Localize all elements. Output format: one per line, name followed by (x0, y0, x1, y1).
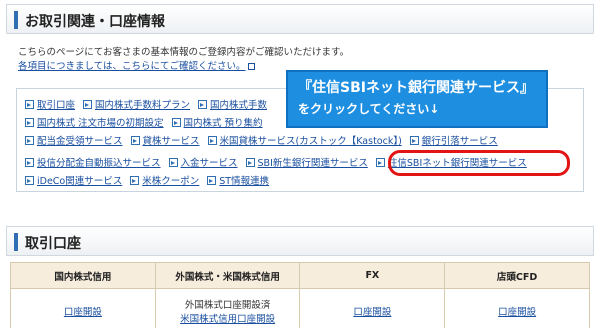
link-deposit-service[interactable]: 入金サービス (168, 155, 238, 169)
col-header-fx: FX (299, 262, 446, 289)
link-sbi-shinsei-bank[interactable]: SBI新生銀行関連サービス (245, 155, 368, 169)
arrow-icon (25, 117, 34, 127)
link-deposit-consolidation[interactable]: 国内株式 預り集約 (171, 115, 263, 129)
arrow-icon (207, 135, 217, 145)
link-trading-account[interactable]: 取引口座 (25, 97, 75, 111)
link-domestic-fee-plan[interactable]: 国内株式手数料プラン (83, 97, 190, 111)
callout-title: 『住信SBIネット銀行関連サービス』 (298, 80, 534, 96)
account-table: 国内株式信用 外国株式・米国株式信用 FX 店頭CFD 口座開設 外国株式口座開… (10, 262, 590, 328)
link-row-1: 取引口座 国内株式手数料プラン 国内株式手数 (25, 97, 275, 111)
header-accent-bar (14, 233, 18, 251)
instruction-callout: 『住信SBIネット銀行関連サービス』 をクリックしてください↓ (286, 70, 548, 128)
link-ideco[interactable]: iDeCo関連サービス (25, 173, 122, 187)
arrow-icon (168, 157, 178, 167)
arrow-icon (130, 135, 140, 145)
table-header-row: 国内株式信用 外国株式・米国株式信用 FX 店頭CFD (10, 262, 590, 289)
arrow-icon (375, 157, 385, 167)
open-account-link[interactable]: 口座開設 (64, 307, 102, 318)
arrow-icon (25, 157, 34, 167)
arrow-icon (198, 99, 208, 109)
link-dividend-service[interactable]: 配当金受領サービス (25, 133, 123, 147)
intro-text: こちらのページにてお客さまの基本情報のご登録内容がご確認いただけます。 (18, 47, 350, 58)
link-order-market-setting[interactable]: 国内株式 注文市場の初期設定 (25, 115, 164, 129)
arrow-icon (25, 175, 34, 185)
link-domestic-fee[interactable]: 国内株式手数 (198, 97, 267, 111)
link-bank-debit[interactable]: 銀行引落サービス (409, 133, 498, 147)
confirm-link-label[interactable]: 各項目につきましては、こちらにてご確認ください。 (18, 61, 246, 72)
link-row-5: iDeCo関連サービス 米株クーポン ST情報連携 (25, 173, 277, 187)
status-text: 外国株式口座開設済 (184, 299, 271, 311)
callout-text: をクリックしてください↓ (298, 102, 440, 116)
arrow-icon (245, 157, 255, 167)
open-account-link[interactable]: 口座開設 (498, 307, 536, 318)
table-row: 口座開設 外国株式口座開設済 米国株式信用口座開設 口座開設 口座開設 (10, 288, 590, 328)
account-info-header: お取引関連・口座情報 (6, 4, 594, 34)
open-account-link[interactable]: 口座開設 (353, 307, 391, 318)
page-title: お取引関連・口座情報 (25, 14, 165, 30)
link-st-info[interactable]: ST情報連携 (207, 173, 269, 187)
cell-fx: 口座開設 (299, 288, 446, 328)
confirm-link[interactable]: 各項目につきましては、こちらにてご確認ください。 (18, 58, 255, 72)
link-stock-lending[interactable]: 貸株サービス (130, 133, 200, 147)
arrow-icon (171, 117, 181, 127)
link-fund-auto-transfer[interactable]: 投信分配金自動振込サービス (25, 155, 161, 169)
col-header-foreign-margin: 外国株式・米国株式信用 (154, 262, 301, 289)
arrow-icon (207, 175, 217, 185)
cell-domestic-margin: 口座開設 (10, 288, 156, 328)
header-accent-bar (14, 11, 18, 29)
col-header-domestic-margin: 国内株式信用 (10, 262, 156, 289)
col-header-cfd: 店頭CFD (444, 262, 590, 289)
link-row-2: 国内株式 注文市場の初期設定 国内株式 預り集約 (25, 115, 271, 129)
arrow-icon (25, 99, 34, 109)
arrow-icon (25, 135, 34, 145)
link-us-stock-coupon[interactable]: 米株クーポン (130, 173, 199, 187)
link-row-3: 配当金受領サービス 貸株サービス 米国貸株サービス(カストック【Kastock】… (25, 133, 506, 147)
highlight-ring (388, 150, 570, 176)
external-window-icon (247, 63, 255, 70)
arrow-icon (409, 135, 419, 145)
us-margin-open-link[interactable]: 米国株式信用口座開設 (180, 314, 275, 325)
arrow-icon (83, 99, 93, 109)
cell-cfd: 口座開設 (444, 288, 590, 328)
arrow-icon (130, 175, 140, 185)
link-us-stock-lending[interactable]: 米国貸株サービス(カストック【Kastock】) (207, 133, 402, 147)
trading-account-header: 取引口座 (6, 226, 594, 256)
section-title: 取引口座 (25, 236, 81, 252)
cell-foreign-margin: 外国株式口座開設済 米国株式信用口座開設 (154, 288, 301, 328)
